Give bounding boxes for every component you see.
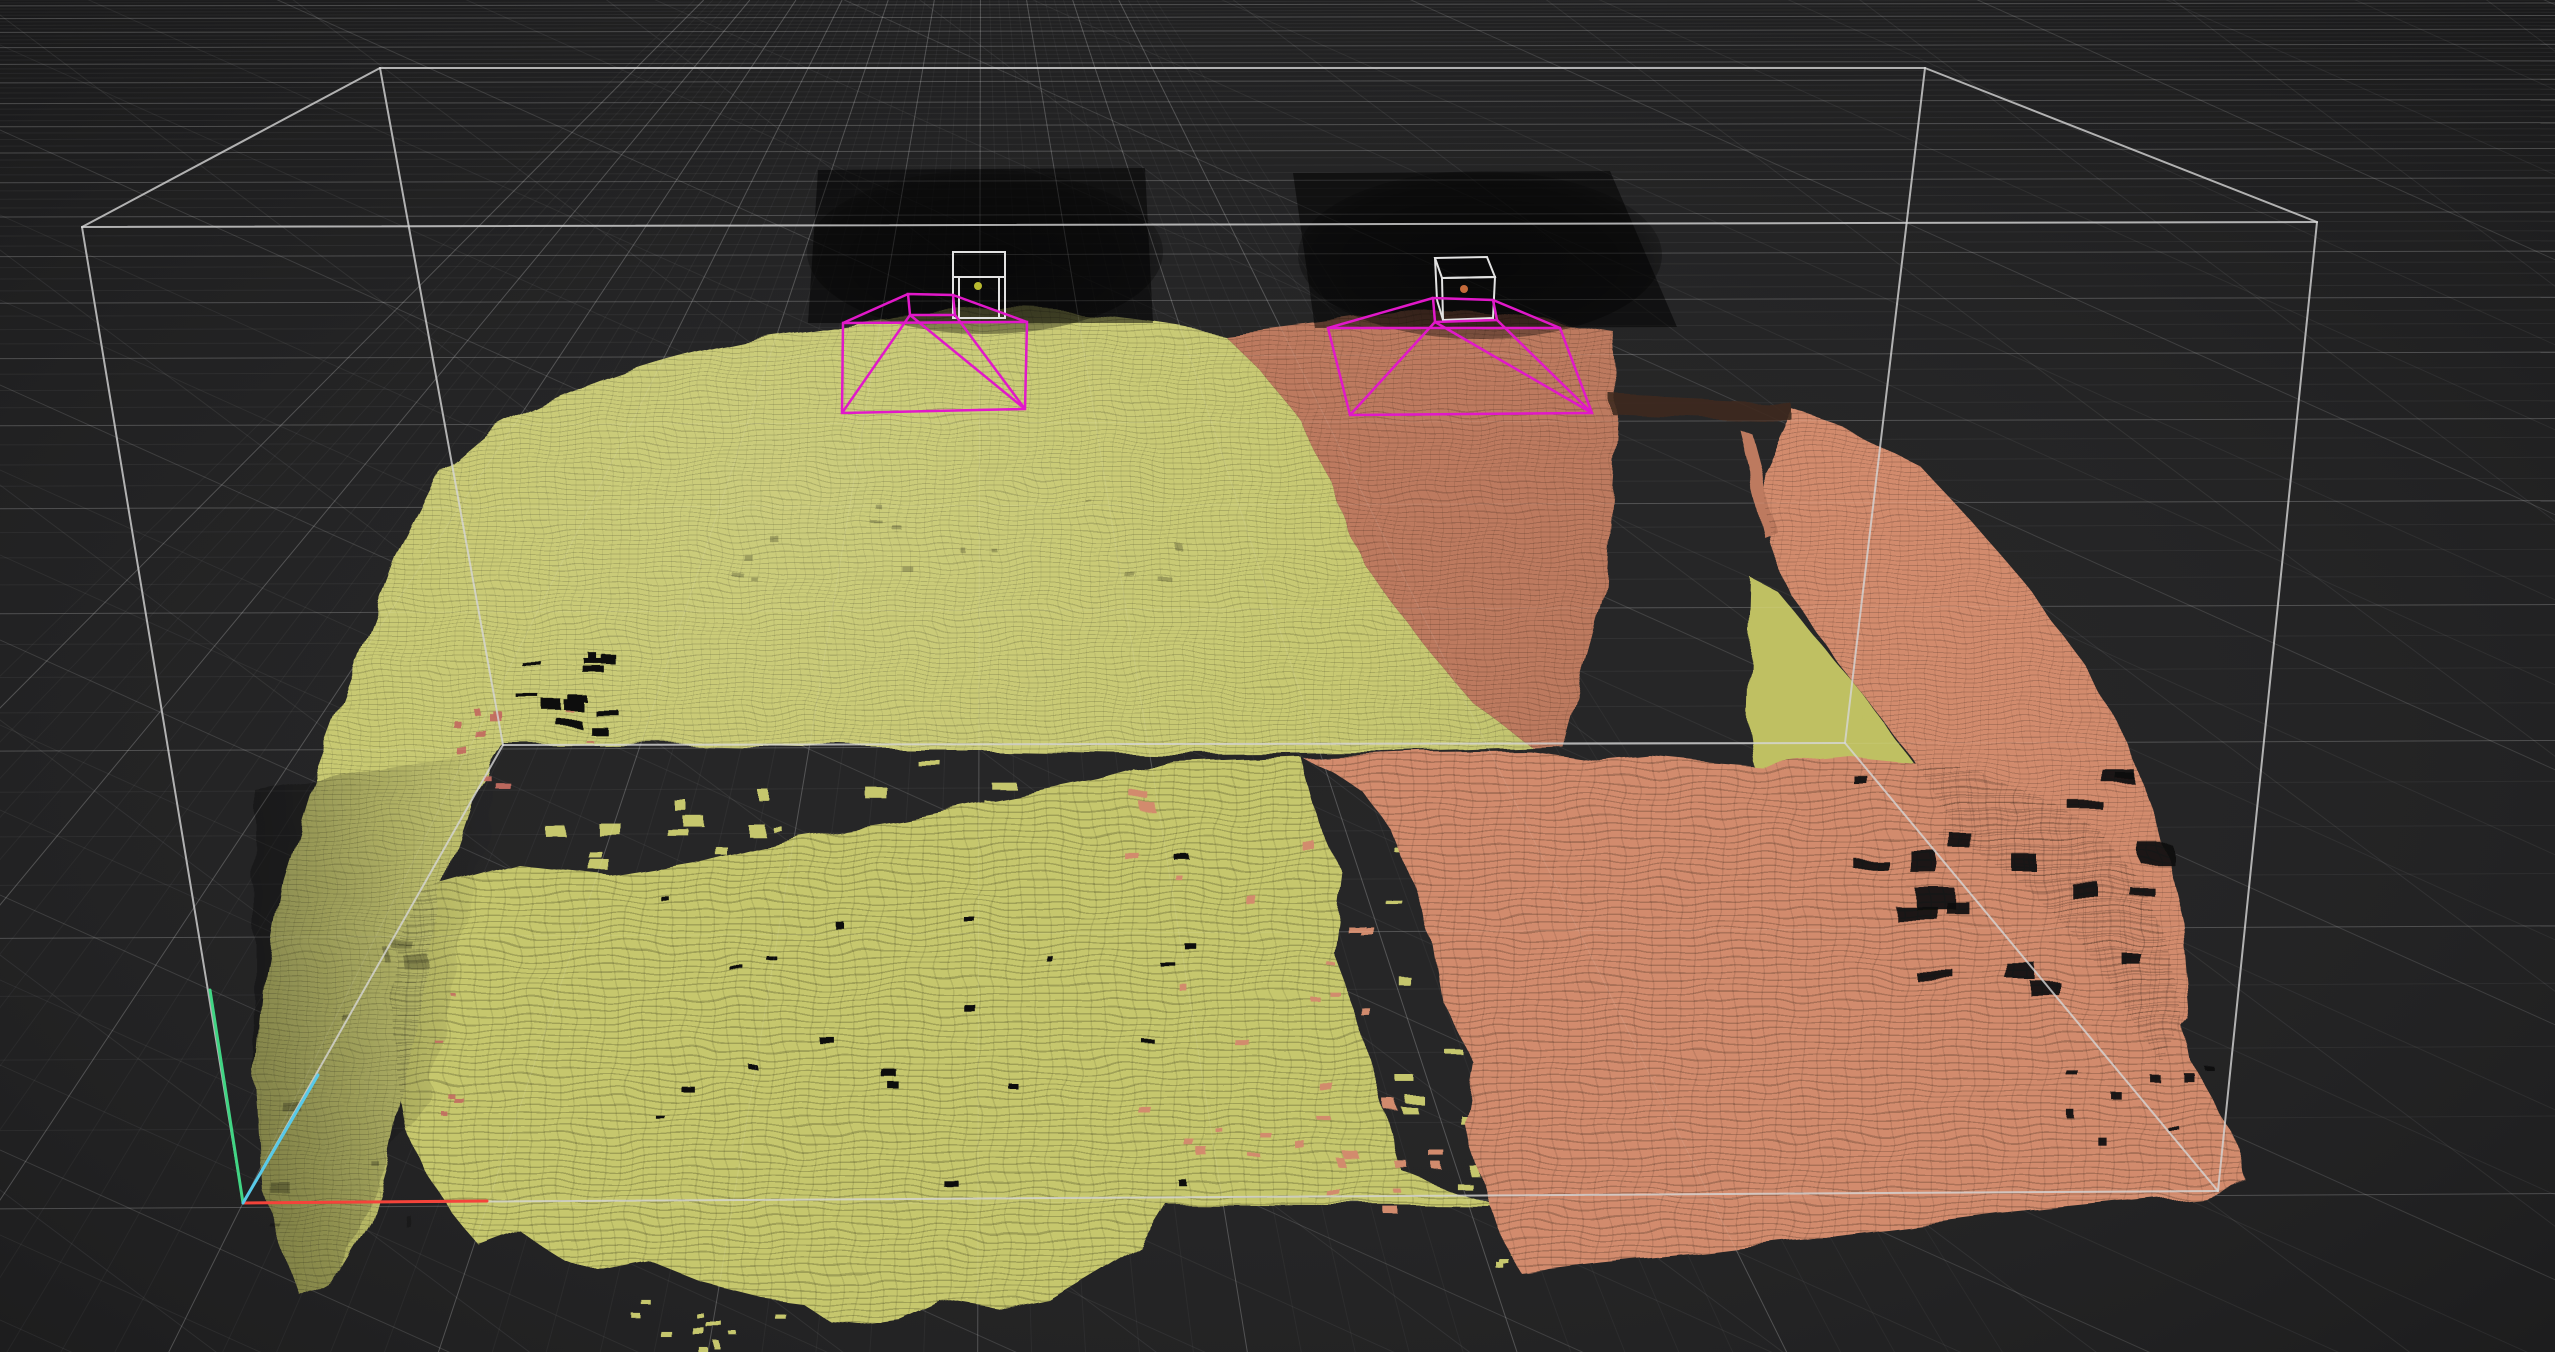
scene-canvas [0,0,2555,1352]
image-plane-right[interactable] [1293,171,1677,339]
axis-x-line [243,1201,487,1203]
camera-point [974,282,982,290]
viewport-3d[interactable] [0,0,2555,1352]
camera-point [1460,285,1468,293]
image-plane-right-shadow [1298,171,1662,339]
